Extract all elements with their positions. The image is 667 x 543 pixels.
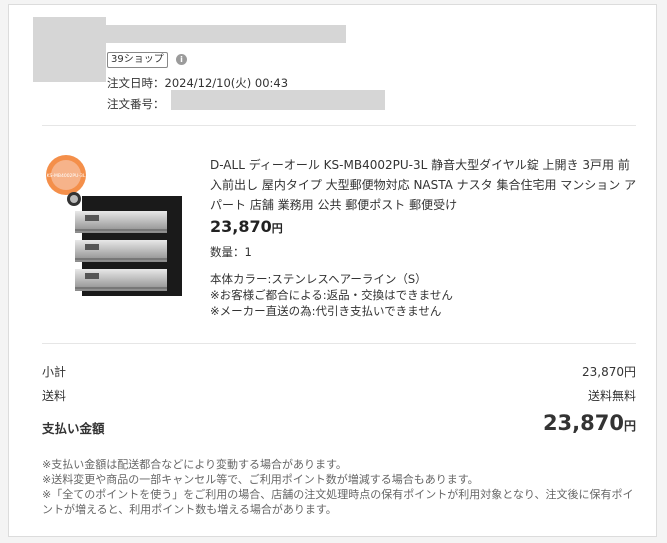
order-date: 注文日時：2024/12/10(火) 00:43 — [107, 75, 288, 91]
shop-badge[interactable]: 39ショップ — [107, 52, 168, 68]
product-price-value: 23,870 — [210, 217, 272, 236]
product-quantity: 数量：1 — [210, 245, 252, 259]
product-option: 本体カラー:ステンレスヘアーライン（S） — [210, 272, 427, 286]
product-price: 23,870円 — [210, 217, 283, 236]
shipping-label: 送料 — [42, 389, 67, 403]
note-item: ※支払い金額は配送都合などにより変動する場合があります。 — [42, 458, 347, 471]
product-badge-text: KS-MB4002PU-3L — [47, 173, 86, 179]
shop-logo-redacted — [33, 17, 106, 82]
note-item: ※「全てのポイントを使う」をご利用の場合、店舗の注文処理時点の保有ポイントが利用… — [42, 488, 634, 516]
product-title[interactable]: D-ALL ディーオール KS-MB4002PU-3L 静音大型ダイヤル錠 上開… — [210, 155, 640, 215]
order-number-redacted — [171, 90, 385, 110]
divider — [42, 343, 636, 344]
shop-name-redacted — [106, 25, 346, 43]
total-amount: 23,870 — [542, 411, 624, 435]
subtotal-value: 23,870円 — [582, 365, 636, 379]
product-price-unit: 円 — [271, 222, 283, 235]
order-number: 注文番号： — [107, 96, 165, 112]
product-options: 本体カラー:ステンレスヘアーライン（S） ※お客様ご都合による:返品・交換はでき… — [210, 271, 453, 319]
info-icon[interactable]: i — [176, 54, 187, 65]
order-date-value: 2024/12/10(火) 00:43 — [164, 76, 289, 90]
product-option: ※メーカー直送の為:代引き支払いできません — [210, 304, 442, 318]
subtotal-label: 小計 — [42, 365, 67, 379]
total-label: 支払い金額 — [42, 421, 105, 436]
shipping-value: 送料無料 — [587, 389, 636, 403]
order-date-label: 注文日時： — [107, 76, 165, 90]
note-item: ※送料変更や商品の一部キャンセル等で、ご利用ポイント数が増減する場合もあります。 — [42, 473, 479, 486]
order-number-label: 注文番号： — [107, 97, 165, 111]
notes: ※支払い金額は配送都合などにより変動する場合があります。 ※送料変更や商品の一部… — [42, 457, 642, 517]
total-unit: 円 — [623, 419, 636, 433]
order-card: 39ショップ i 注文日時：2024/12/10(火) 00:43 注文番号： … — [8, 4, 657, 537]
total-value: 23,870円 — [543, 411, 636, 435]
divider — [42, 125, 636, 126]
product-image[interactable]: KS-MB4002PU-3L — [42, 151, 182, 301]
product-option: ※お客様ご都合による:返品・交換はできません — [210, 288, 453, 302]
